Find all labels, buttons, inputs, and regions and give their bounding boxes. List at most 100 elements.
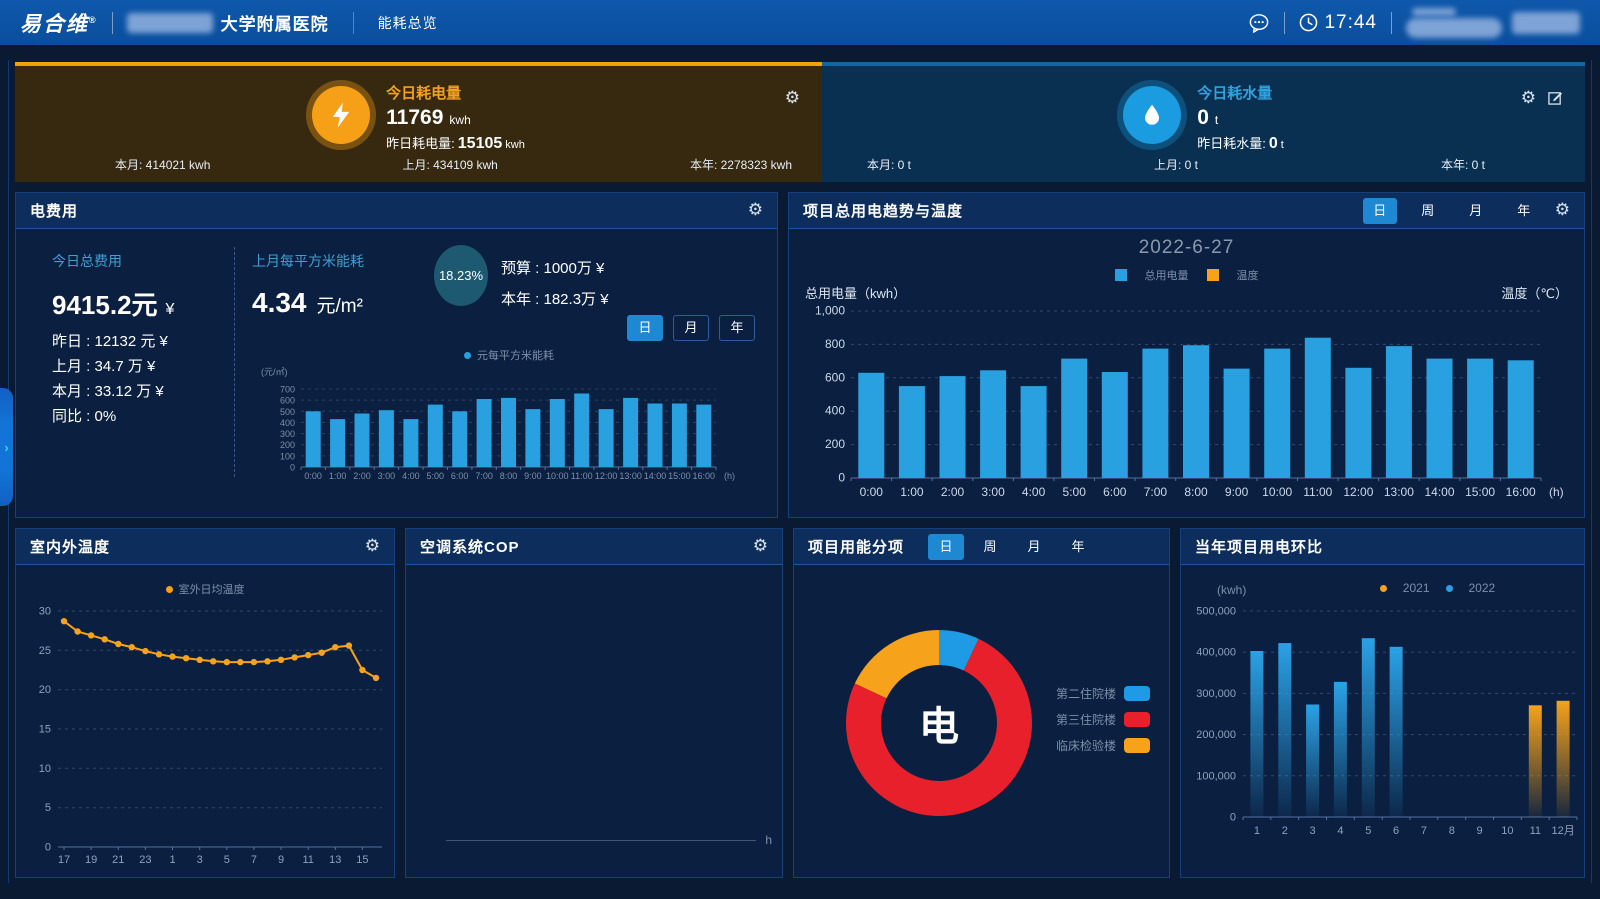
- gear-icon[interactable]: ⚙: [365, 538, 380, 555]
- tab-year[interactable]: 年: [1060, 534, 1096, 560]
- svg-text:500: 500: [280, 407, 295, 417]
- electricity-summary: 今日耗电量 11769kwh 昨日耗电量:15105kwh: [15, 82, 822, 153]
- fee-range-tabs: 日 月 年: [627, 315, 755, 341]
- svg-text:19: 19: [85, 854, 97, 866]
- svg-text:(h): (h): [724, 471, 735, 481]
- y-axis-unit: (kwh): [1217, 583, 1246, 597]
- gear-icon[interactable]: ⚙: [1521, 90, 1536, 107]
- tab-year[interactable]: 年: [1507, 198, 1541, 224]
- panel-title: 空调系统COP: [420, 536, 520, 557]
- svg-text:10:00: 10:00: [546, 471, 569, 481]
- redacted-hospital-prefix: [127, 13, 213, 33]
- water-period-stats: 本月: 0 t 上月: 0 t 本年: 0 t: [867, 156, 1485, 173]
- panel-indoor-outdoor-temp: 室内外温度 ⚙ 室外日均温度 0510152025301719212313579…: [15, 528, 395, 878]
- svg-text:15:00: 15:00: [1465, 485, 1495, 499]
- svg-text:4: 4: [1337, 825, 1343, 837]
- nav-menu-energy-overview[interactable]: 能耗总览: [378, 13, 438, 33]
- sidebar-expand-flap[interactable]: ›: [0, 388, 13, 506]
- tab-day[interactable]: 日: [1363, 198, 1397, 224]
- fee-last-month: 上月 : 34.7 万 ¥: [52, 354, 168, 379]
- sqm-value: 4.34元/m²: [252, 287, 364, 319]
- gear-icon[interactable]: ⚙: [1555, 202, 1570, 219]
- svg-text:1:00: 1:00: [900, 485, 924, 499]
- svg-text:0: 0: [838, 471, 845, 485]
- legend-dot-2022: [1446, 585, 1453, 592]
- legend-row: 第三住院楼: [1044, 711, 1150, 728]
- stat-last-month: 上月: 0 t: [1154, 156, 1198, 173]
- svg-text:6:00: 6:00: [1103, 485, 1127, 499]
- svg-text:2:00: 2:00: [353, 471, 371, 481]
- svg-text:7:00: 7:00: [1144, 485, 1168, 499]
- gear-icon[interactable]: ⚙: [748, 202, 763, 219]
- nav-divider: [1284, 12, 1285, 34]
- card-today-water: 今日耗水量 0t 昨日耗水量:0t ⚙ 本月: 0 t 上月: 0 t 本年: …: [822, 62, 1585, 182]
- chevron-right-icon: ›: [4, 440, 8, 455]
- svg-text:10: 10: [39, 763, 51, 775]
- svg-text:7: 7: [251, 854, 257, 866]
- svg-text:100,000: 100,000: [1196, 770, 1236, 782]
- svg-text:0:00: 0:00: [860, 485, 884, 499]
- svg-text:10: 10: [1501, 825, 1513, 837]
- tab-day[interactable]: 日: [928, 534, 964, 560]
- gear-icon[interactable]: ⚙: [753, 538, 768, 555]
- message-bubble-icon[interactable]: [1248, 13, 1270, 33]
- svg-text:17: 17: [58, 854, 70, 866]
- user-info-group[interactable]: [1406, 8, 1502, 38]
- legend-swatch: [1124, 738, 1150, 753]
- right-axis-unit: 温度（℃）: [1501, 283, 1568, 302]
- yoy-legend: 2021 2022: [1291, 581, 1584, 595]
- legend-swatch: [1124, 686, 1150, 701]
- svg-text:1,000: 1,000: [815, 304, 845, 318]
- chart-date: 2022-6-27: [789, 237, 1584, 259]
- tab-month[interactable]: 月: [1016, 534, 1052, 560]
- trend-legend: 总用电量 温度: [789, 267, 1584, 283]
- svg-text:8:00: 8:00: [1184, 485, 1208, 499]
- svg-text:300: 300: [280, 429, 295, 439]
- stat-year: 本年: 0 t: [1441, 156, 1485, 173]
- panel-title: 电费用: [30, 200, 78, 221]
- svg-text:2: 2: [1282, 825, 1288, 837]
- svg-text:11: 11: [302, 854, 313, 866]
- clock-icon: [1299, 13, 1318, 32]
- nav-right-group: 17:44: [1248, 8, 1580, 38]
- redacted-action-button[interactable]: [1512, 12, 1580, 34]
- nav-divider: [353, 12, 354, 34]
- legend-label: 第三住院楼: [1044, 711, 1116, 728]
- svg-text:12:00: 12:00: [595, 471, 618, 481]
- year-row: 本年 : 182.3万 ¥: [501, 284, 609, 315]
- edit-icon[interactable]: [1548, 90, 1563, 105]
- budget-percent-badge: 18.23%: [434, 245, 488, 306]
- legend-dot: [464, 352, 471, 359]
- stat-last-month: 上月: 434109 kwh: [402, 156, 497, 173]
- panel-electric-fee: 电费用 ⚙ 今日总费用 9415.2元¥ 昨日 : 12132 元 ¥ 上月 :…: [15, 192, 778, 518]
- legend-swatch-temperature: [1207, 269, 1219, 281]
- svg-text:5: 5: [224, 854, 230, 866]
- tab-year[interactable]: 年: [719, 315, 755, 341]
- legend-label: 温度: [1237, 267, 1259, 283]
- empty-chart-axis: [446, 840, 756, 841]
- tab-day[interactable]: 日: [627, 315, 663, 341]
- top-nav: 易合维® 大学附属医院 能耗总览 17:44: [0, 0, 1600, 45]
- svg-text:1:00: 1:00: [329, 471, 347, 481]
- svg-text:9:00: 9:00: [524, 471, 542, 481]
- svg-text:13: 13: [329, 854, 341, 866]
- stat-year: 本年: 2278323 kwh: [690, 156, 792, 173]
- legend-dot: [166, 586, 173, 593]
- svg-text:5:00: 5:00: [427, 471, 445, 481]
- panel-electricity-trend: 项目总用电趋势与温度 日 周 月 年 ⚙ 2022-6-27 总用电量 温度 总…: [788, 192, 1585, 518]
- svg-text:100: 100: [280, 451, 295, 461]
- tab-month[interactable]: 月: [1459, 198, 1493, 224]
- tab-week[interactable]: 周: [1411, 198, 1445, 224]
- split-legend: 第二住院楼 第三住院楼 临床检验楼: [1044, 685, 1150, 754]
- svg-text:6:00: 6:00: [451, 471, 469, 481]
- svg-text:3:00: 3:00: [981, 485, 1005, 499]
- tab-week[interactable]: 周: [972, 534, 1008, 560]
- svg-text:8:00: 8:00: [500, 471, 518, 481]
- gear-icon[interactable]: ⚙: [785, 90, 800, 107]
- tab-month[interactable]: 月: [673, 315, 709, 341]
- svg-text:4:00: 4:00: [1022, 485, 1046, 499]
- redacted-user-name[interactable]: [1406, 18, 1502, 38]
- legend-label: 2021: [1403, 581, 1430, 595]
- svg-text:14:00: 14:00: [644, 471, 667, 481]
- legend-dot-2021: [1380, 585, 1387, 592]
